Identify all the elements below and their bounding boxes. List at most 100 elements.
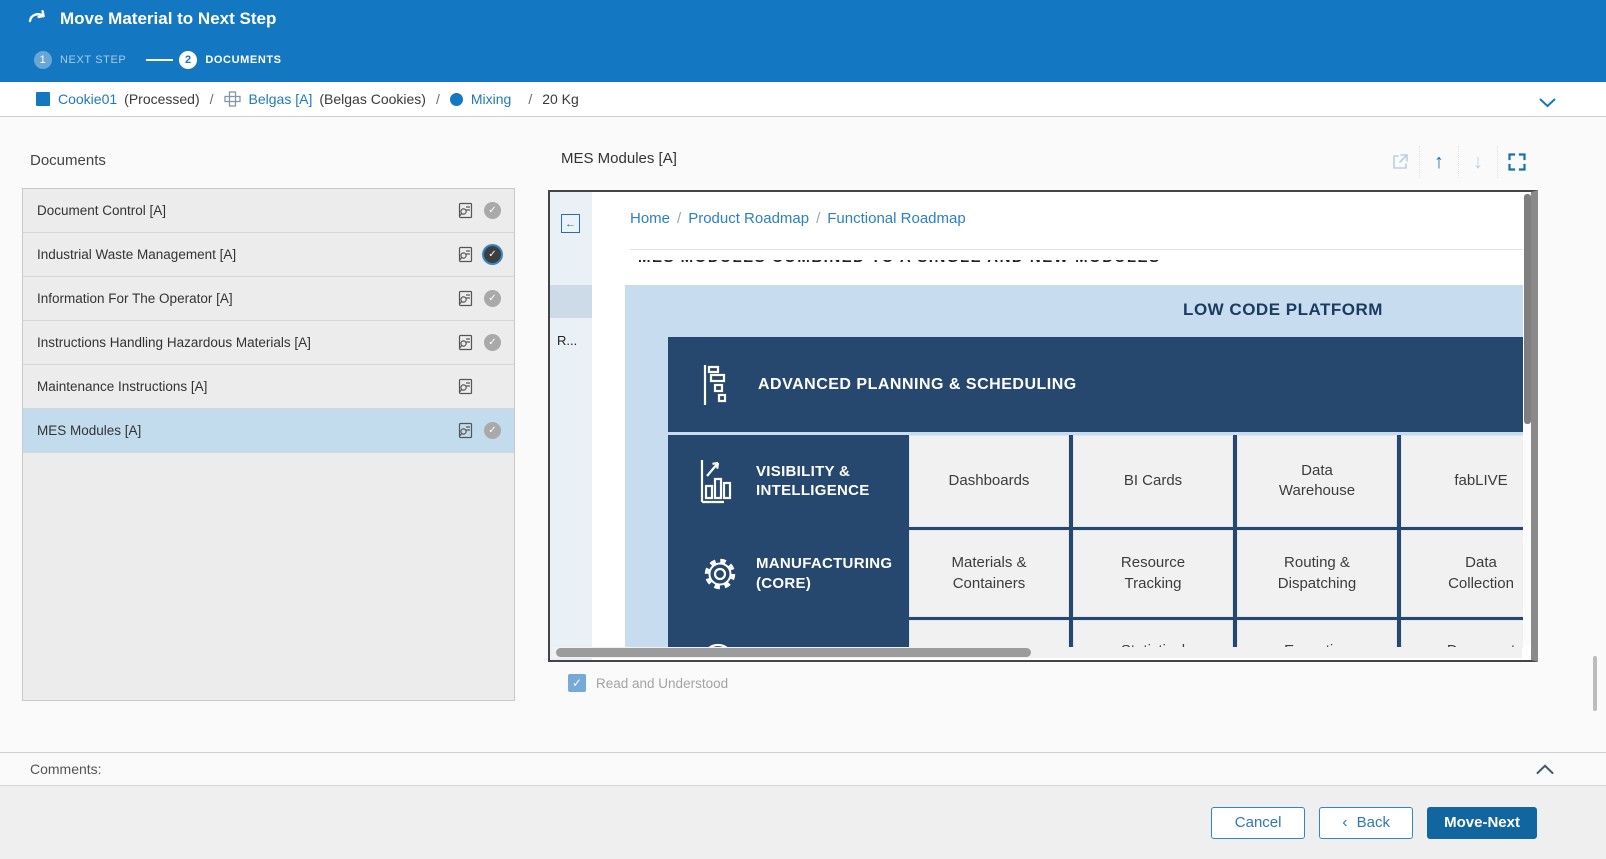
grid-row-header: MANUFACTURING (CORE) [668,530,905,617]
document-label: Maintenance Instructions [A] [37,379,457,394]
step-next-step[interactable]: 1 NEXT STEP [34,51,126,69]
step-2-circle: 2 [179,51,197,69]
list-item-selected[interactable]: MES Modules [A] ✓ [23,409,514,453]
page-title: Move Material to Next Step [60,9,276,29]
viewer-title: MES Modules [A] [561,150,677,167]
document-viewer: ← R... Home/Product Roadmap/Functional R… [548,190,1538,662]
doc-breadcrumb-separator: / [670,210,688,227]
equipment-link[interactable]: Belgas [A] [249,91,313,107]
material-link[interactable]: Cookie01 [58,91,117,107]
viewer-vertical-scrollbar[interactable] [1524,194,1531,646]
back-button-label: Back [1357,814,1390,831]
step-1-circle: 1 [34,51,52,69]
doc-breadcrumb-functional-roadmap[interactable]: Functional Roadmap [827,210,965,227]
breadcrumb: Cookie01 (Processed) / Belgas [A] (Belga… [0,82,1606,117]
back-button[interactable]: ‹ Back [1319,807,1413,839]
cancel-button-label: Cancel [1235,814,1282,831]
document-preview-icon[interactable] [457,202,474,219]
document-label: Information For The Operator [A] [37,291,457,306]
step-connector [146,59,173,61]
checkbox-check-icon: ✓ [572,676,582,690]
scrollbar-thumb[interactable] [1524,194,1531,424]
document-preview-icon[interactable] [457,246,474,263]
check-circle-icon: ✓ [484,202,501,219]
grid-row: MANUFACTURING (CORE) Materials & Contain… [668,530,1523,617]
module-cell: Execution [1237,620,1397,648]
diagram-title: LOW CODE PLATFORM [1183,285,1383,335]
document-preview-icon[interactable] [457,334,474,351]
equipment-icon [224,91,241,107]
module-cell: Materials & Containers [909,530,1069,617]
document-label: Document Control [A] [37,203,457,218]
wizard-steps: 1 NEXT STEP 2 DOCUMENTS [34,51,282,69]
doc-breadcrumb-product-roadmap[interactable]: Product Roadmap [688,210,809,227]
chevron-up-icon[interactable] [1536,762,1554,780]
scrollbar-thumb[interactable] [556,648,1031,657]
list-item[interactable]: Document Control [A] ✓ [23,189,514,233]
step-1-label: NEXT STEP [60,54,126,66]
read-confirmation: ✓ Read and Understood [568,674,728,692]
check-circle-icon: ✓ [484,334,501,351]
read-understood-checkbox[interactable]: ✓ [568,674,586,692]
viewer-horizontal-scrollbar[interactable] [552,647,1522,658]
move-next-button-label: Move-Next [1444,814,1520,831]
module-cell: Statistical [1073,620,1233,648]
chevron-left-icon: ‹ [1342,814,1347,832]
equipment-detail: (Belgas Cookies) [319,91,426,107]
clipped-heading: MES MODULES COMBINED TO A SINGLE AND NEW… [638,260,1461,269]
arrow-down-icon[interactable]: ↓ [1458,146,1497,178]
chevron-down-icon[interactable] [1539,95,1556,111]
viewer-sidebar: ← R... [550,192,592,660]
cancel-button[interactable]: Cancel [1211,807,1305,839]
aps-label: ADVANCED PLANNING & SCHEDULING [758,376,1077,394]
document-label: Instructions Handling Hazardous Material… [37,335,457,350]
move-next-button[interactable]: Move-Next [1427,807,1537,839]
breadcrumb-separator: / [210,91,214,107]
list-item[interactable]: Information For The Operator [A] ✓ [23,277,514,321]
doc-breadcrumb-separator: / [809,210,827,227]
grid-row-header [668,620,905,648]
open-external-icon[interactable] [1380,146,1419,178]
viewer-content: Home/Product Roadmap/Functional Roadmap … [592,192,1531,660]
operation-link[interactable]: Mixing [471,91,511,107]
arrow-up-icon[interactable]: ↑ [1419,146,1458,178]
check-circle-icon: ✓ [484,246,501,263]
module-grid: VISIBILITY & INTELLIGENCE Dashboards BI … [668,435,1523,648]
step-2-label: DOCUMENTS [205,54,281,66]
material-status: (Processed) [124,91,199,107]
module-cell: fabLIVE [1401,435,1523,527]
app-header: Move Material to Next Step 1 NEXT STEP 2… [0,0,1606,82]
bar-chart-icon [698,458,742,504]
operation-dot-icon [450,93,463,106]
documents-panel-title: Documents [30,152,106,169]
page-scrollbar-thumb[interactable] [1593,656,1597,711]
curved-arrow-icon [28,8,49,29]
collapse-left-icon[interactable]: ← [561,214,580,233]
mes-modules-diagram: LOW CODE PLATFORM ADVANCED PLANNING & SC… [625,285,1523,648]
module-cell: Data Warehouse [1237,435,1397,527]
check-circle-icon: ✓ [484,290,501,307]
page-title-row: Move Material to Next Step [28,8,276,29]
list-item[interactable]: Maintenance Instructions [A] ✓ [23,365,514,409]
grid-row-header: VISIBILITY & INTELLIGENCE [668,435,905,527]
module-cell: Data Collection [1401,530,1523,617]
check-circle-icon: ✓ [484,422,501,439]
fullscreen-icon[interactable] [1497,146,1536,178]
document-preview-icon[interactable] [457,290,474,307]
comments-label: Comments: [30,761,102,777]
material-square-icon [36,92,50,106]
sidebar-highlight [550,285,592,318]
grid-row: VISIBILITY & INTELLIGENCE Dashboards BI … [668,435,1523,527]
list-item[interactable]: Instructions Handling Hazardous Material… [23,321,514,365]
step-documents[interactable]: 2 DOCUMENTS [179,51,281,69]
list-item[interactable]: Industrial Waste Management [A] ✓ [23,233,514,277]
grid-row-partial: Statistical Execution Document [668,620,1523,648]
document-preview-icon[interactable] [457,422,474,439]
doc-breadcrumb-home[interactable]: Home [630,210,670,227]
gear-icon [698,552,742,596]
module-cell: BI Cards [1073,435,1233,527]
document-preview-icon[interactable] [457,378,474,395]
breadcrumb-separator: / [436,91,440,107]
sidebar-truncated-label: R... [557,333,577,348]
viewer-toolbar: ↑ ↓ [1380,146,1536,178]
